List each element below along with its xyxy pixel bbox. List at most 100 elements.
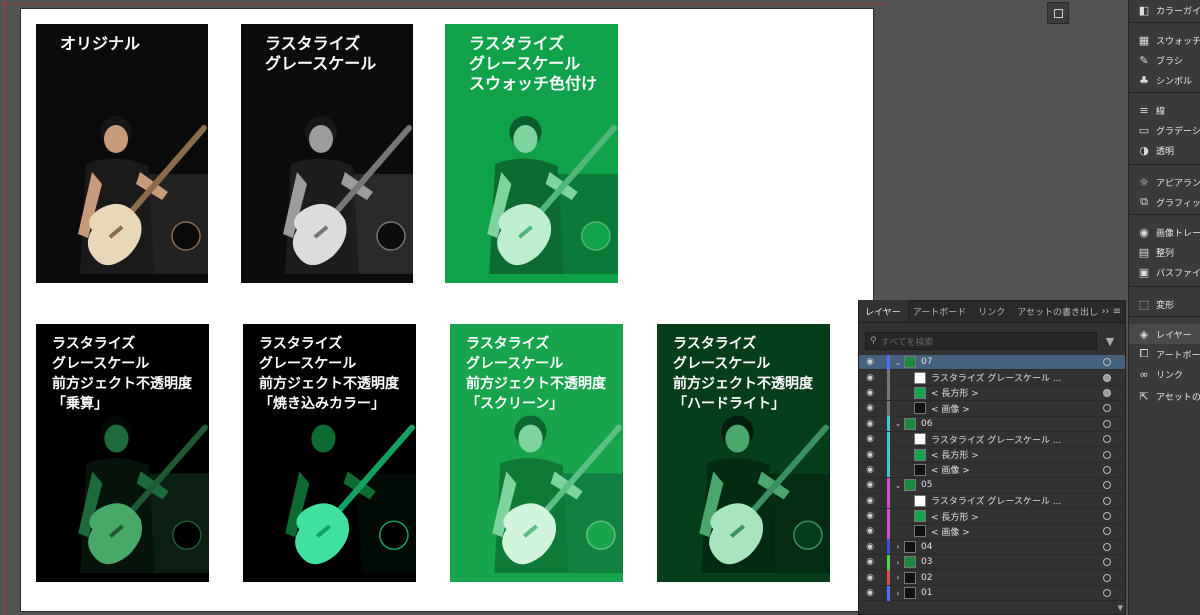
- layer-row[interactable]: ◉ › 01: [859, 585, 1125, 602]
- dock-item-artboards[interactable]: ⧠ アートボード: [1129, 344, 1200, 364]
- visibility-eye-icon[interactable]: ◉: [862, 419, 878, 429]
- dock-item-stroke[interactable]: ≡ 線: [1129, 100, 1200, 120]
- layer-name[interactable]: 01: [921, 588, 1103, 598]
- card-hard-light[interactable]: ラスタライズ グレースケール 前方ジェクト不透明度 「ハードライト」: [657, 324, 830, 582]
- target-circle-icon[interactable]: [1103, 373, 1111, 382]
- dock-item-image-trace[interactable]: ◉ 画像トレース: [1129, 222, 1200, 242]
- search-input[interactable]: ⚲ すべてを検索: [865, 332, 1097, 350]
- layer-name[interactable]: 02: [921, 573, 1103, 583]
- card-screen[interactable]: ラスタライズ グレースケール 前方ジェクト不透明度 「スクリーン」: [450, 324, 623, 582]
- layer-name[interactable]: < 画像 >: [931, 525, 1103, 538]
- dock-item-align[interactable]: ▤ 整列: [1129, 242, 1200, 262]
- tab-layers[interactable]: レイヤー: [859, 300, 907, 322]
- layer-sublayer-row[interactable]: ◉ ラスタライズ グレースケール ...: [859, 370, 1125, 386]
- canvas-workspace[interactable]: オリジナル ラスタライズ グレースケール ラスタライズ グレースケール スウォッ…: [0, 0, 888, 615]
- layer-row[interactable]: ◉ ⌄ 05: [859, 477, 1125, 494]
- layer-sublayer-row[interactable]: ◉ ラスタライズ グレースケール ...: [859, 431, 1125, 448]
- layer-name[interactable]: < 長方形 >: [931, 386, 1103, 399]
- layer-name[interactable]: 04: [921, 542, 1103, 552]
- dock-item-symbols[interactable]: ♣ シンボル: [1129, 70, 1200, 90]
- layer-name[interactable]: ラスタライズ グレースケール ...: [931, 494, 1103, 507]
- tab-links[interactable]: リンク: [972, 300, 1011, 322]
- layer-name[interactable]: 07: [921, 357, 1103, 367]
- layer-name[interactable]: < 長方形 >: [931, 448, 1103, 461]
- layer-sublayer-row[interactable]: ◉ < 画像 >: [859, 524, 1125, 540]
- target-circle-icon[interactable]: [1103, 542, 1111, 551]
- chevron-right-icon[interactable]: ›: [892, 542, 904, 551]
- layer-sublayer-row[interactable]: ◉ < 長方形 >: [859, 508, 1125, 525]
- target-circle-icon[interactable]: [1103, 496, 1111, 505]
- panel-menu-icon[interactable]: ›› ≡: [1101, 306, 1121, 317]
- chevron-down-icon[interactable]: ⌄: [892, 358, 904, 367]
- chevron-down-icon[interactable]: ⌄: [892, 419, 904, 428]
- dock-item-transparency[interactable]: ◑ 透明: [1129, 140, 1200, 160]
- chevron-right-icon[interactable]: ›: [892, 573, 904, 582]
- visibility-eye-icon[interactable]: ◉: [862, 573, 878, 583]
- layer-name[interactable]: < 長方形 >: [931, 510, 1103, 523]
- visibility-eye-icon[interactable]: ◉: [862, 588, 878, 598]
- dock-item-swatches[interactable]: ▦ スウォッチ: [1129, 30, 1200, 50]
- scroll-down-icon[interactable]: ▼: [1118, 604, 1123, 612]
- tab-asset-export[interactable]: アセットの書き出し: [1011, 300, 1104, 322]
- layer-row[interactable]: ◉ › 04: [859, 539, 1125, 556]
- target-circle-icon[interactable]: [1103, 404, 1111, 413]
- target-circle-icon[interactable]: [1103, 435, 1111, 444]
- layer-sublayer-row[interactable]: ◉ < 長方形 >: [859, 447, 1125, 463]
- chevron-right-icon[interactable]: ›: [892, 589, 904, 598]
- card-original[interactable]: オリジナル: [36, 24, 208, 283]
- visibility-eye-icon[interactable]: ◉: [862, 511, 878, 521]
- chevron-right-icon[interactable]: ›: [892, 558, 904, 567]
- layer-sublayer-row[interactable]: ◉ ラスタライズ グレースケール ...: [859, 493, 1125, 509]
- target-circle-icon[interactable]: [1103, 527, 1111, 536]
- dock-item-color-guide[interactable]: ◧ カラーガイド: [1129, 0, 1200, 20]
- layer-name[interactable]: ラスタライズ グレースケール ...: [931, 433, 1103, 446]
- visibility-eye-icon[interactable]: ◉: [862, 373, 878, 383]
- visibility-eye-icon[interactable]: ◉: [862, 496, 878, 506]
- visibility-eye-icon[interactable]: ◉: [862, 526, 878, 536]
- layer-sublayer-row[interactable]: ◉ < 画像 >: [859, 400, 1125, 417]
- visibility-eye-icon[interactable]: ◉: [862, 542, 878, 552]
- chevron-down-icon[interactable]: ⌄: [892, 481, 904, 490]
- dock-item-appearance[interactable]: ☼ アピアランス: [1129, 172, 1200, 192]
- target-circle-icon[interactable]: [1103, 589, 1111, 598]
- filter-icon[interactable]: ▼: [1101, 335, 1119, 348]
- collapse-panel-button[interactable]: [1047, 2, 1069, 24]
- layer-row[interactable]: ◉ ⌄ 06: [859, 416, 1125, 432]
- visibility-eye-icon[interactable]: ◉: [862, 480, 878, 490]
- dock-item-pathfinder[interactable]: ▣ パスファインダー: [1129, 262, 1200, 282]
- target-circle-icon[interactable]: [1103, 358, 1111, 367]
- dock-item-layers[interactable]: ◈ レイヤー: [1129, 324, 1200, 344]
- artboard[interactable]: オリジナル ラスタライズ グレースケール ラスタライズ グレースケール スウォッ…: [20, 8, 874, 612]
- target-circle-icon[interactable]: [1103, 419, 1111, 428]
- dock-item-gradient[interactable]: ▭ グラデーション: [1129, 120, 1200, 140]
- layer-name[interactable]: < 画像 >: [931, 463, 1103, 476]
- target-circle-icon[interactable]: [1103, 388, 1111, 397]
- visibility-eye-icon[interactable]: ◉: [862, 357, 878, 367]
- layer-row[interactable]: ◉ › 03: [859, 554, 1125, 571]
- layer-name[interactable]: 03: [921, 557, 1103, 567]
- layer-sublayer-row[interactable]: ◉ < 画像 >: [859, 462, 1125, 479]
- layer-name[interactable]: 05: [921, 480, 1103, 490]
- visibility-eye-icon[interactable]: ◉: [862, 388, 878, 398]
- card-color-burn[interactable]: ラスタライズ グレースケール 前方ジェクト不透明度 「焼き込みカラー」: [243, 324, 416, 582]
- layer-row[interactable]: ◉ › 02: [859, 570, 1125, 586]
- visibility-eye-icon[interactable]: ◉: [862, 434, 878, 444]
- target-circle-icon[interactable]: [1103, 512, 1111, 521]
- layer-row[interactable]: ◉ ⌄ 07: [859, 354, 1125, 371]
- card-grayscale[interactable]: ラスタライズ グレースケール: [241, 24, 413, 283]
- visibility-eye-icon[interactable]: ◉: [862, 450, 878, 460]
- layer-sublayer-row[interactable]: ◉ < 長方形 >: [859, 385, 1125, 402]
- target-circle-icon[interactable]: [1103, 558, 1111, 567]
- dock-item-asset-export[interactable]: ⇱ アセットの書き出し: [1129, 386, 1200, 406]
- layer-name[interactable]: 06: [921, 419, 1103, 429]
- dock-item-graphic-styles[interactable]: ⧉ グラフィックスタイル: [1129, 192, 1200, 212]
- visibility-eye-icon[interactable]: ◉: [862, 403, 878, 413]
- card-multiply[interactable]: ラスタライズ グレースケール 前方ジェクト不透明度 「乗算」: [36, 324, 209, 582]
- card-swatch-color[interactable]: ラスタライズ グレースケール スウォッチ色付け: [445, 24, 618, 283]
- target-circle-icon[interactable]: [1103, 465, 1111, 474]
- target-circle-icon[interactable]: [1103, 573, 1111, 582]
- dock-item-links[interactable]: ∞ リンク: [1129, 364, 1200, 384]
- visibility-eye-icon[interactable]: ◉: [862, 465, 878, 475]
- tab-artboards[interactable]: アートボード: [907, 300, 972, 322]
- dock-item-transform[interactable]: ⬚ 変形: [1129, 294, 1200, 314]
